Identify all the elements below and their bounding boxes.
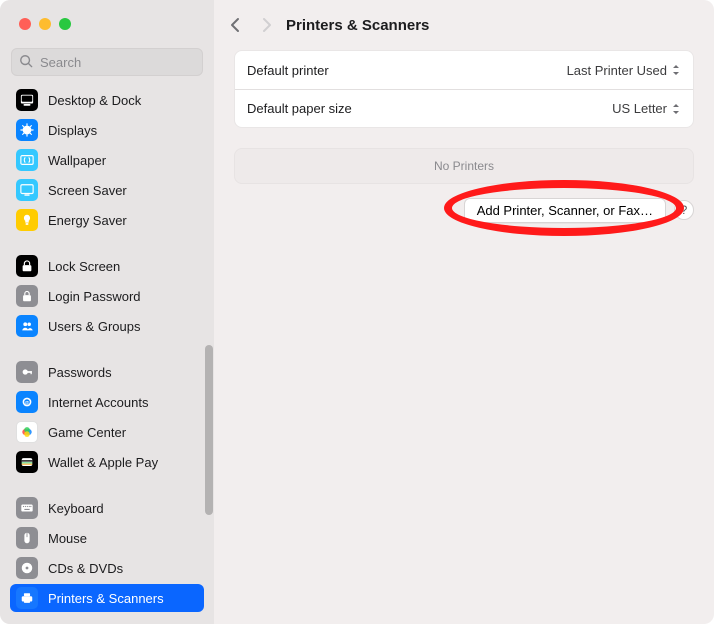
default-paper-size-row[interactable]: Default paper size US Letter	[235, 89, 693, 127]
default-paper-size-value[interactable]: US Letter	[612, 101, 681, 116]
sidebar: Desktop & Dock Displays Wallpaper Screen Sa…	[0, 0, 214, 624]
wallpaper-icon	[16, 149, 38, 171]
sidebar-item-cds-dvds[interactable]: CDs & DVDs	[10, 554, 204, 582]
sidebar-item-label: Printers & Scanners	[48, 591, 164, 606]
traffic-lights	[0, 0, 214, 30]
sidebar-item-label: Screen Saver	[48, 183, 127, 198]
help-button[interactable]: ?	[674, 200, 694, 220]
search-wrap	[0, 30, 214, 84]
sidebar-item-mouse[interactable]: Mouse	[10, 524, 204, 552]
default-printer-label: Default printer	[247, 63, 329, 78]
default-printer-value-text: Last Printer Used	[567, 63, 667, 78]
sidebar-item-label: Displays	[48, 123, 97, 138]
sidebar-list[interactable]: Desktop & Dock Displays Wallpaper Screen Sa…	[0, 84, 214, 624]
sidebar-item-wallpaper[interactable]: Wallpaper	[10, 146, 204, 174]
mouse-icon	[16, 527, 38, 549]
sidebar-item-label: Lock Screen	[48, 259, 120, 274]
sidebar-item-label: Keyboard	[48, 501, 104, 516]
svg-text:@: @	[25, 400, 30, 406]
search-field[interactable]	[11, 48, 203, 76]
sidebar-item-passwords[interactable]: Passwords	[10, 358, 204, 386]
updown-icon	[671, 64, 681, 76]
desktop-dock-icon	[16, 89, 38, 111]
forward-button[interactable]	[254, 11, 278, 39]
sidebar-item-desktop-dock[interactable]: Desktop & Dock	[10, 86, 204, 114]
printers-list-empty: No Printers	[234, 148, 694, 184]
system-settings-window: Desktop & Dock Displays Wallpaper Screen Sa…	[0, 0, 714, 624]
minimize-window-button[interactable]	[39, 18, 51, 30]
header: Printers & Scanners	[214, 0, 714, 50]
sidebar-item-login-password[interactable]: Login Password	[10, 282, 204, 310]
sidebar-item-screen-saver[interactable]: Screen Saver	[10, 176, 204, 204]
sidebar-item-energy-saver[interactable]: Energy Saver	[10, 206, 204, 234]
sidebar-item-label: Mouse	[48, 531, 87, 546]
sidebar-item-printers-scanners[interactable]: Printers & Scanners	[10, 584, 204, 612]
printers-scanners-icon	[16, 587, 38, 609]
displays-icon	[16, 119, 38, 141]
default-paper-size-label: Default paper size	[247, 101, 352, 116]
login-password-icon	[16, 285, 38, 307]
sidebar-item-label: Users & Groups	[48, 319, 140, 334]
content: Default printer Last Printer Used Defaul…	[214, 50, 714, 243]
sidebar-scrollbar[interactable]	[205, 345, 213, 515]
updown-icon	[671, 103, 681, 115]
defaults-card: Default printer Last Printer Used Defaul…	[234, 50, 694, 128]
internet-accounts-icon: @	[16, 391, 38, 413]
action-row: Add Printer, Scanner, or Fax… ?	[234, 198, 694, 223]
sidebar-item-label: Internet Accounts	[48, 395, 148, 410]
game-center-icon	[16, 421, 38, 443]
add-printer-button[interactable]: Add Printer, Scanner, or Fax…	[464, 198, 666, 223]
sidebar-item-label: Wallpaper	[48, 153, 106, 168]
sidebar-item-users-groups[interactable]: Users & Groups	[10, 312, 204, 340]
sidebar-item-wallet-apple-pay[interactable]: Wallet & Apple Pay	[10, 448, 204, 476]
sidebar-item-label: Game Center	[48, 425, 126, 440]
sidebar-item-label: Passwords	[48, 365, 112, 380]
keyboard-icon	[16, 497, 38, 519]
search-input[interactable]	[38, 54, 195, 71]
sidebar-item-label: Desktop & Dock	[48, 93, 141, 108]
wallet-apple-pay-icon	[16, 451, 38, 473]
passwords-icon	[16, 361, 38, 383]
no-printers-label: No Printers	[434, 159, 494, 173]
default-printer-value[interactable]: Last Printer Used	[567, 63, 681, 78]
sidebar-item-displays[interactable]: Displays	[10, 116, 204, 144]
sidebar-item-keyboard[interactable]: Keyboard	[10, 494, 204, 522]
sidebar-item-internet-accounts[interactable]: @ Internet Accounts	[10, 388, 204, 416]
sidebar-item-label: Wallet & Apple Pay	[48, 455, 158, 470]
main-panel: Printers & Scanners Default printer Last…	[214, 0, 714, 624]
users-groups-icon	[16, 315, 38, 337]
page-title: Printers & Scanners	[286, 17, 429, 34]
screen-saver-icon	[16, 179, 38, 201]
zoom-window-button[interactable]	[59, 18, 71, 30]
default-paper-size-value-text: US Letter	[612, 101, 667, 116]
sidebar-item-label: Energy Saver	[48, 213, 127, 228]
lock-screen-icon	[16, 255, 38, 277]
close-window-button[interactable]	[19, 18, 31, 30]
search-icon	[19, 54, 33, 71]
sidebar-item-lock-screen[interactable]: Lock Screen	[10, 252, 204, 280]
energy-saver-icon	[16, 209, 38, 231]
back-button[interactable]	[224, 11, 248, 39]
sidebar-item-label: CDs & DVDs	[48, 561, 123, 576]
sidebar-item-label: Login Password	[48, 289, 141, 304]
sidebar-item-game-center[interactable]: Game Center	[10, 418, 204, 446]
default-printer-row[interactable]: Default printer Last Printer Used	[235, 51, 693, 89]
cds-dvds-icon	[16, 557, 38, 579]
